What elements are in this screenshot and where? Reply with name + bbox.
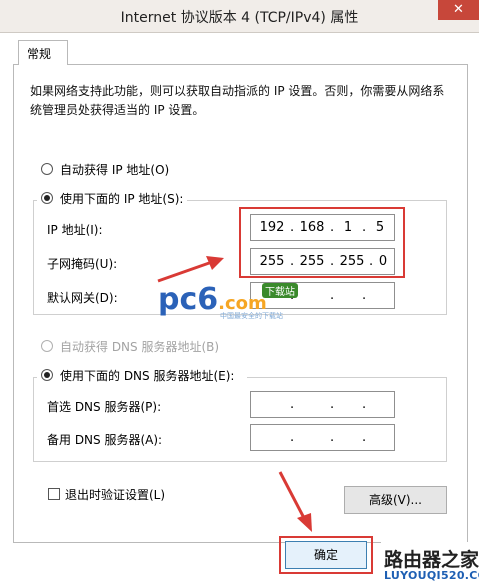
dns-manual-label[interactable]: 使用下面的 DNS 服务器地址(E): bbox=[60, 367, 234, 384]
window-title: Internet 协议版本 4 (TCP/IPv4) 属性 bbox=[120, 10, 359, 26]
dns-auto-radio bbox=[41, 340, 53, 352]
watermark-download-tag: 下载站 bbox=[262, 283, 298, 298]
dot: . bbox=[290, 397, 295, 412]
ip-auto-label[interactable]: 自动获得 IP 地址(O) bbox=[60, 161, 169, 178]
gateway-label: 默认网关(D): bbox=[47, 291, 118, 305]
ip-auto-radio[interactable] bbox=[41, 163, 53, 175]
dot: . bbox=[362, 397, 367, 412]
preferred-dns-label: 首选 DNS 服务器(P): bbox=[47, 400, 162, 414]
subnet-mask-label: 子网掩码(U): bbox=[47, 257, 118, 271]
tab-general[interactable]: 常规 bbox=[18, 40, 68, 65]
dns-auto-label: 自动获得 DNS 服务器地址(B) bbox=[60, 340, 220, 354]
dot: . bbox=[330, 397, 335, 412]
alternate-dns-label: 备用 DNS 服务器(A): bbox=[47, 433, 163, 447]
watermark-subtitle: 中国最安全的下载站 bbox=[220, 312, 283, 320]
dot: . bbox=[362, 430, 367, 445]
dns-manual-radio[interactable] bbox=[41, 369, 53, 381]
tab-label: 常规 bbox=[27, 47, 52, 61]
dot: . bbox=[290, 430, 295, 445]
close-button[interactable]: ✕ bbox=[438, 0, 479, 20]
watermark-site-name: 路由器之家 bbox=[384, 549, 479, 571]
ip-manual-label[interactable]: 使用下面的 IP 地址(S): bbox=[60, 190, 183, 207]
dot: . bbox=[362, 288, 367, 303]
ip-address-label: IP 地址(I): bbox=[47, 223, 103, 237]
advanced-button[interactable]: 高级(V)... bbox=[344, 486, 447, 514]
ip-manual-radio[interactable] bbox=[41, 192, 53, 204]
preferred-dns-field[interactable]: . . . bbox=[250, 391, 395, 418]
watermark-site-url: LUYOUQI520.COM bbox=[384, 569, 479, 582]
description-text: 如果网络支持此功能，则可以获取自动指派的 IP 设置。否则，你需要从网络系统管理… bbox=[30, 84, 445, 117]
close-icon: ✕ bbox=[453, 2, 464, 17]
ok-highlight-box bbox=[279, 536, 373, 574]
annotation-highlight-box bbox=[239, 207, 405, 278]
ok-annotation-arrow bbox=[278, 471, 312, 532]
validate-checkbox[interactable] bbox=[48, 488, 60, 500]
alternate-dns-field[interactable]: . . . bbox=[250, 424, 395, 451]
dot: . bbox=[330, 288, 335, 303]
dot: . bbox=[330, 430, 335, 445]
validate-label[interactable]: 退出时验证设置(L) bbox=[65, 486, 165, 503]
